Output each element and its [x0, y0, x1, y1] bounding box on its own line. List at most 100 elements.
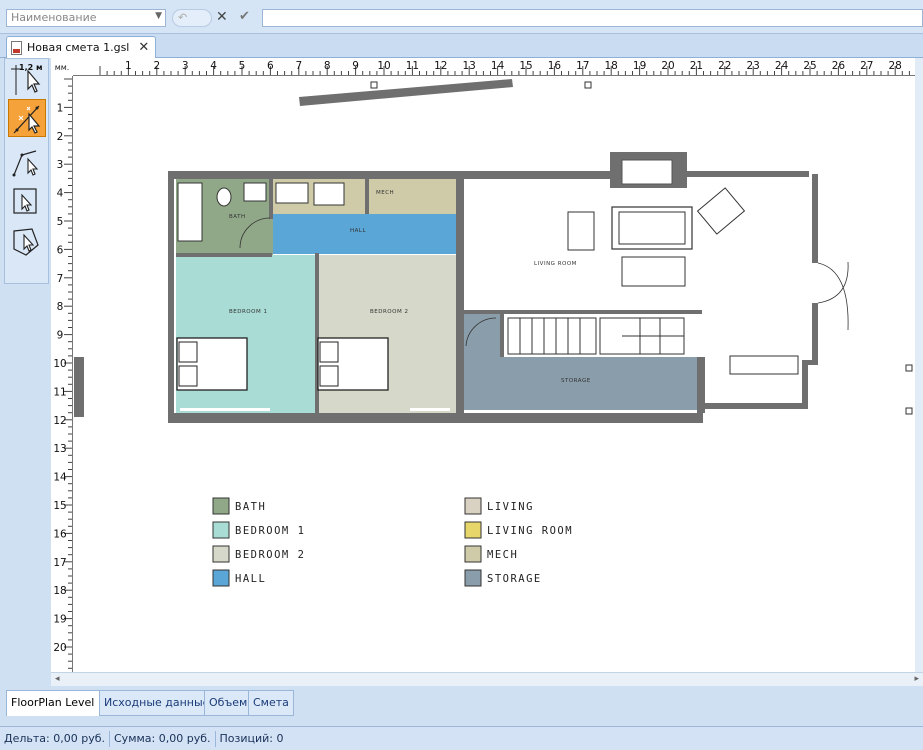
- washer: [275, 182, 309, 204]
- legend-swatch: [464, 545, 482, 563]
- rectangle-icon: [13, 188, 37, 214]
- name-box-placeholder: Наименование: [11, 11, 97, 24]
- undo-button[interactable]: ↶: [172, 9, 212, 27]
- selection-handle[interactable]: [905, 364, 913, 372]
- vertical-ruler: 1 2 3 4 5 6 7 8 9 10 11 12 13 14 15 16 17 18 19 20: [51, 76, 73, 672]
- ruler-tick-label: 21: [690, 60, 703, 72]
- selection-handle[interactable]: [905, 407, 913, 415]
- ruler-tick-label: 5: [57, 216, 64, 228]
- legend-swatch: [212, 521, 230, 539]
- ruler-tick-label: 16: [53, 528, 67, 540]
- ruler-tick-label: 16: [548, 60, 562, 72]
- room-label-storage: STORAGE: [561, 378, 591, 384]
- confirm-icon[interactable]: ✔: [239, 9, 253, 25]
- close-icon[interactable]: ✕: [138, 40, 149, 55]
- sheet-tab-floorplan[interactable]: FloorPlan Level 1: [6, 690, 110, 716]
- ruler-tick-label: 2: [153, 60, 160, 72]
- ruler-tick-label: 17: [576, 60, 589, 72]
- ruler-tick-label: 9: [57, 330, 64, 342]
- ruler-tick-label: 3: [182, 60, 189, 72]
- ruler-tick-label: 5: [239, 60, 246, 72]
- roof-beam: [299, 79, 513, 106]
- legend-label: LIVING ROOM: [487, 525, 573, 537]
- vertical-scrollbar[interactable]: [915, 58, 923, 672]
- window: [410, 408, 450, 411]
- ruler-tick-label: 9: [352, 60, 359, 72]
- sheet-tab-estimate[interactable]: Смета: [248, 690, 294, 716]
- bathtub: [177, 182, 203, 242]
- ruler-tick-label: 7: [295, 60, 302, 72]
- ruler-tick-label: 11: [406, 60, 419, 72]
- chevron-down-icon: ▼: [155, 11, 162, 21]
- ruler-tick-label: 8: [57, 301, 64, 313]
- sink: [243, 182, 267, 202]
- document-tab-title: Новая смета 1.gsl: [27, 41, 130, 54]
- status-bar: Дельта: 0,00 руб. Сумма: 0,00 руб. Позиц…: [0, 726, 923, 750]
- legend-label: STORAGE: [487, 573, 542, 585]
- ruler-tick-label: 23: [747, 60, 760, 72]
- armchair: [696, 187, 746, 235]
- ruler-tick-label: 3: [57, 159, 64, 171]
- fireplace: [621, 159, 673, 185]
- room-label-bath: BATH: [229, 214, 246, 220]
- legend-label: LIVING: [487, 501, 534, 513]
- scroll-left-icon[interactable]: ◂: [55, 674, 60, 684]
- dryer: [313, 182, 345, 206]
- ruler-tick-label: 13: [53, 443, 66, 455]
- legend-label: MECH: [487, 549, 518, 561]
- horizontal-scrollbar[interactable]: ◂ ▸: [51, 672, 923, 686]
- name-box-select[interactable]: Наименование ▼: [6, 9, 166, 27]
- ruler-tick-label: 10: [377, 60, 390, 72]
- ruler-tick-label: 6: [267, 60, 274, 72]
- ruler-tick-label: 14: [53, 472, 67, 484]
- selection-handle[interactable]: [370, 81, 378, 89]
- ruler-tick-label: 2: [57, 131, 64, 143]
- selection-handle[interactable]: [584, 81, 592, 89]
- polyline-icon: [12, 150, 39, 177]
- cancel-icon[interactable]: ✕: [216, 9, 230, 25]
- ruler-tick-label: 25: [803, 60, 816, 72]
- ruler-tick-label: 27: [860, 60, 873, 72]
- sheet-tab-source-data[interactable]: Исходные данные: [99, 690, 215, 716]
- stairs: [507, 317, 597, 355]
- ruler-tick-label: 11: [53, 386, 66, 398]
- document-tab[interactable]: Новая смета 1.gsl ✕: [6, 36, 157, 58]
- legend-swatch: [212, 545, 230, 563]
- legend-label: BEDROOM 2: [235, 549, 305, 561]
- ruler-tick-label: 17: [53, 557, 66, 569]
- sheet-tab-volume[interactable]: Объем: [204, 690, 253, 716]
- armchair: [567, 211, 595, 251]
- legend-swatch: [464, 521, 482, 539]
- polygon-icon: [13, 228, 39, 256]
- ruler-tick-label: 19: [633, 60, 646, 72]
- formula-input[interactable]: [262, 9, 923, 27]
- drawing-canvas[interactable]: BATH MECH HALL LIVING ROOM BEDROOM 1 BED…: [73, 76, 915, 672]
- counter: [729, 355, 799, 375]
- file-icon: [11, 40, 22, 55]
- magic-select-tool-button[interactable]: [8, 99, 46, 137]
- ruler-tick-label: 15: [519, 60, 532, 72]
- polygon-tool-button[interactable]: [8, 223, 46, 261]
- ruler-tick-label: 15: [53, 500, 66, 512]
- room-legend: BATH BEDROOM 1 BEDROOM 2 HALL LIVING LIVING R…: [212, 497, 573, 587]
- ruler-unit: мм.: [51, 58, 73, 76]
- room-label-mech: MECH: [376, 190, 394, 196]
- ruler-tick-label: 12: [434, 60, 447, 72]
- ruler-tick-label: 20: [661, 60, 674, 72]
- ruler-tick-label: 19: [53, 614, 66, 626]
- ruler-tick-label: 22: [718, 60, 731, 72]
- rectangle-tool-button[interactable]: [8, 183, 46, 221]
- scroll-right-icon[interactable]: ▸: [914, 674, 919, 684]
- room-label-bedroom-2: BEDROOM 2: [370, 309, 408, 315]
- window: [180, 408, 270, 411]
- ruler-tick-label: 13: [463, 60, 476, 72]
- status-sum: Сумма: 0,00 руб.: [110, 730, 216, 747]
- ruler-tick-label: 12: [53, 415, 66, 427]
- magic-wand-icon: [13, 105, 41, 134]
- legend-swatch: [464, 569, 482, 587]
- floor-plan-drawing: BATH MECH HALL LIVING ROOM BEDROOM 1 BED…: [74, 79, 913, 587]
- horizontal-ruler: 1 2 3 4 5 6 7 8 9 10 11 12 13 14 15 16 17 18 19 20 21 22 23 24 2…: [73, 58, 915, 76]
- ruler-tick-label: 24: [775, 60, 789, 72]
- document-tabbar: Новая смета 1.gsl ✕: [0, 34, 923, 58]
- polyline-tool-button[interactable]: [8, 143, 46, 181]
